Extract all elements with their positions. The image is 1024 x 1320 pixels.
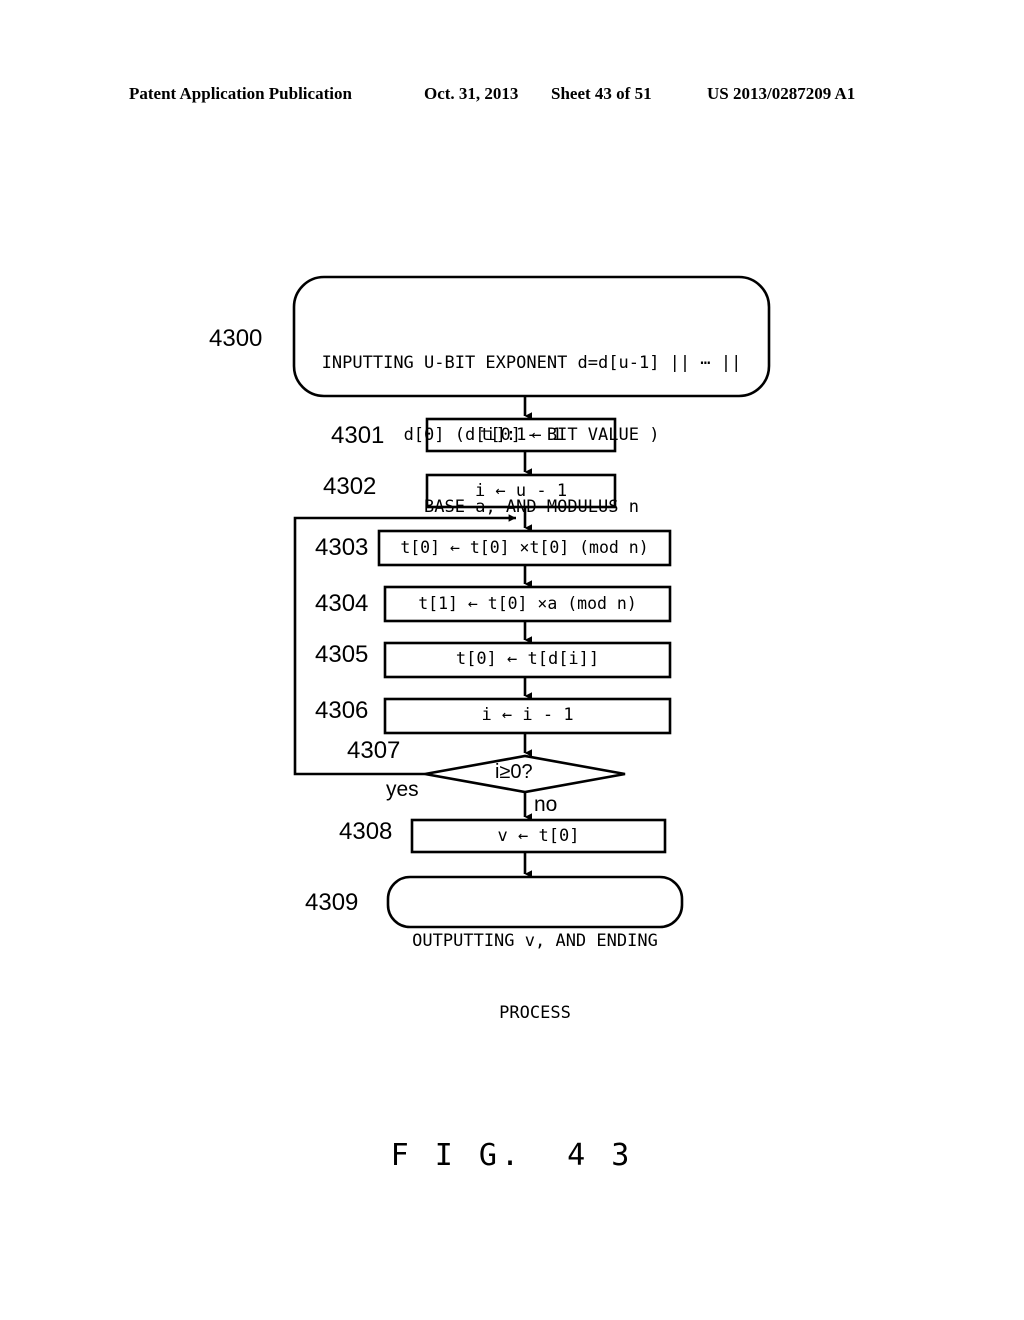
node-label-4301: t[0] ← 1 (480, 425, 562, 445)
ref-num-4302: 4302 (323, 473, 377, 500)
ref-num-4303: 4303 (315, 534, 369, 561)
node-label-4309-line1: OUTPUTTING v, AND ENDING (412, 931, 658, 951)
node-label-4307: i≥0? (495, 761, 533, 783)
node-label-4306: i ← i - 1 (481, 705, 574, 725)
node-label-4302: i ← u - 1 (474, 481, 568, 501)
node-label-4309-line2: PROCESS (499, 1003, 571, 1023)
branch-label-yes: yes (386, 778, 419, 801)
ref-num-4301: 4301 (331, 422, 385, 449)
ref-num-4305: 4305 (315, 641, 369, 668)
ref-num-4309: 4309 (305, 889, 359, 916)
node-label-4303: t[0] ← t[0] ×t[0] (mod n) (400, 538, 649, 557)
node-label-4309: OUTPUTTING v, AND ENDING PROCESS (388, 881, 682, 1073)
node-label-4305: t[0] ← t[d[i]] (455, 649, 600, 669)
ref-num-4300: 4300 (209, 325, 263, 352)
node-label-4300-line1: INPUTTING U-BIT EXPONENT d=d[u-1] || ⋯ |… (321, 353, 742, 373)
ref-num-4306: 4306 (315, 697, 369, 724)
figure-caption: F I G. 4 3 (390, 1138, 634, 1173)
ref-num-4304: 4304 (315, 590, 369, 617)
node-label-4308: v ← t[0] (497, 826, 580, 846)
node-label-4304: t[1] ← t[0] ×a (mod n) (418, 594, 637, 613)
ref-num-4308: 4308 (339, 818, 393, 845)
flowchart-diagram: INPUTTING U-BIT EXPONENT d=d[u-1] || ⋯ |… (0, 0, 1024, 1320)
ref-num-4307: 4307 (347, 737, 401, 764)
branch-label-no: no (534, 793, 558, 816)
